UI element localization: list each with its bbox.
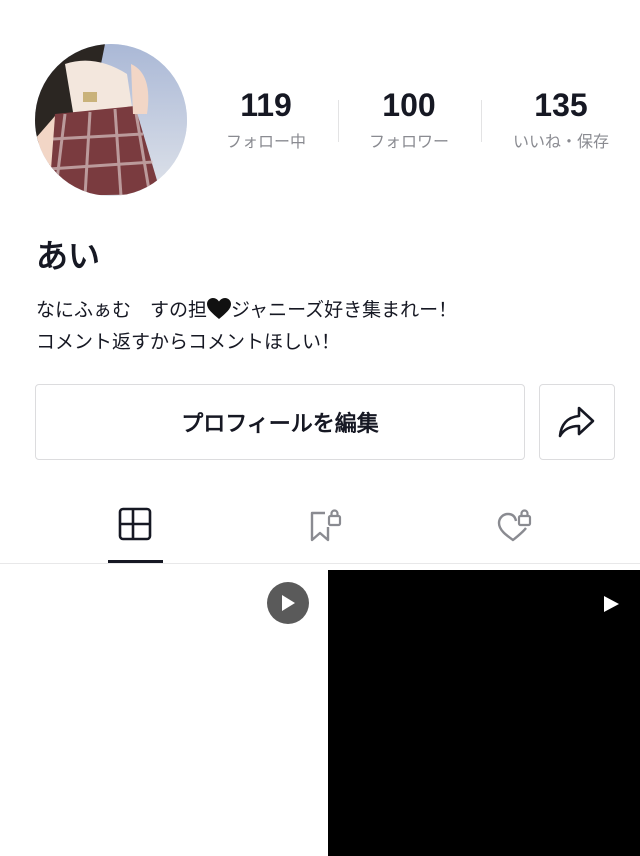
content-tabs xyxy=(0,490,640,564)
video-grid xyxy=(0,570,640,856)
followers-stat[interactable]: 100 フォロワー xyxy=(344,86,474,152)
following-label: フォロー中 xyxy=(225,132,306,151)
video-tile[interactable] xyxy=(328,570,640,856)
stat-divider xyxy=(481,100,482,142)
following-count: 119 xyxy=(240,87,292,123)
likes-stat[interactable]: 135 いいね・保存 xyxy=(496,86,626,152)
bio-line-2: コメント返すからコメントほしい！ xyxy=(36,331,341,353)
tab-saved[interactable] xyxy=(218,490,431,564)
active-tab-indicator xyxy=(108,560,163,563)
avatar-photo xyxy=(35,44,187,196)
tab-videos[interactable] xyxy=(28,490,241,564)
black-heart-icon xyxy=(207,298,232,319)
play-icon xyxy=(604,596,619,612)
bio-text: なにふぁむ すの担 xyxy=(36,299,208,321)
following-stat[interactable]: 119 フォロー中 xyxy=(201,86,331,152)
video-tile[interactable] xyxy=(8,570,324,856)
edit-profile-button[interactable]: プロフィールを編集 xyxy=(35,384,525,460)
avatar[interactable] xyxy=(35,44,187,196)
bio-line-1: なにふぁむ すの担 ジャニーズ好き集まれー！ xyxy=(36,294,616,326)
stat-divider xyxy=(338,100,339,142)
likes-count: 135 xyxy=(534,87,588,123)
followers-count: 100 xyxy=(382,87,436,123)
share-arrow-icon xyxy=(558,406,595,438)
followers-label: フォロワー xyxy=(368,132,449,151)
play-circle-icon xyxy=(267,582,309,624)
profile-page: 119 フォロー中 100 フォロワー 135 いいね・保存 あい なにふぁむ … xyxy=(0,0,640,856)
bio: なにふぁむ すの担 ジャニーズ好き集まれー！ コメント返すからコメントほしい！ xyxy=(36,294,616,358)
tab-liked[interactable] xyxy=(408,490,621,564)
grid-icon xyxy=(118,507,151,541)
share-profile-button[interactable] xyxy=(539,384,615,460)
locked-heart-icon xyxy=(497,509,531,542)
username: あい xyxy=(36,237,101,275)
bio-text: ジャニーズ好き集まれー！ xyxy=(231,299,458,321)
locked-bookmark-icon xyxy=(310,509,341,542)
likes-label: いいね・保存 xyxy=(512,132,609,151)
